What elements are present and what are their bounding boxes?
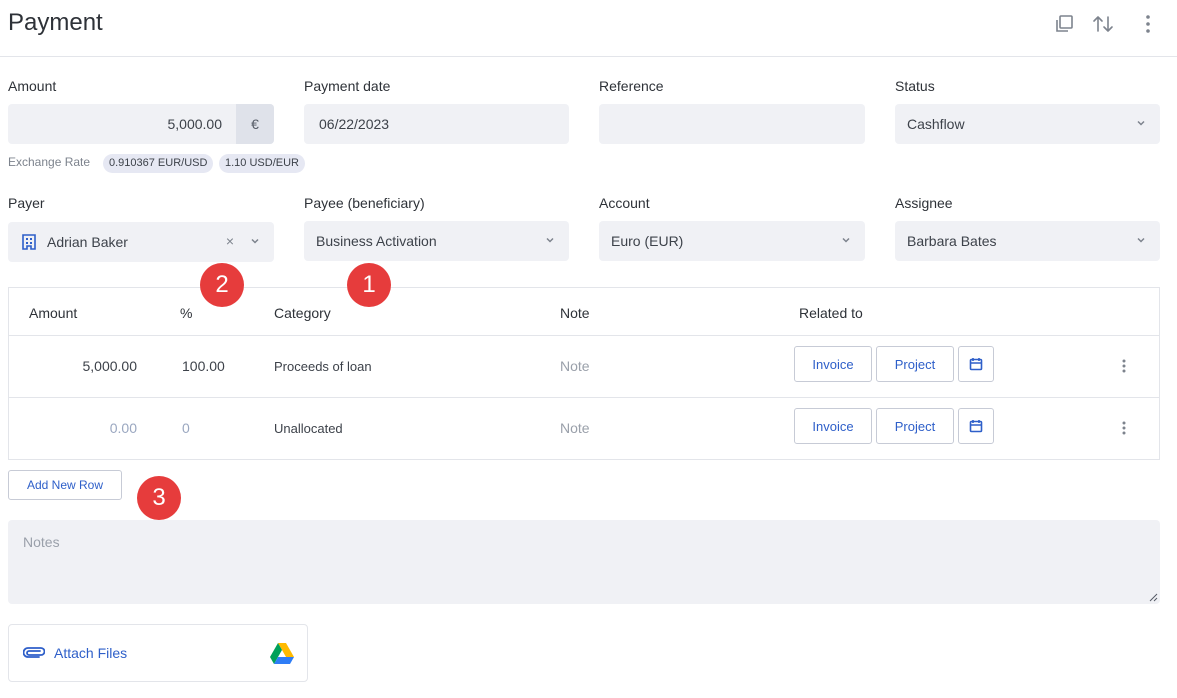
notes-placeholder: Notes [23,534,60,550]
chevron-down-icon [1137,120,1145,126]
payment-date-input[interactable]: 06/22/2023 [304,104,569,144]
assignee-value: Barbara Bates [907,233,997,249]
payment-date-label: Payment date [304,78,391,94]
attach-files-label: Attach Files [54,645,128,661]
sort-arrows-icon[interactable] [1091,12,1115,36]
row-menu-icon[interactable] [1117,356,1131,376]
calendar-icon [969,358,983,371]
calendar-button[interactable] [958,408,994,444]
reference-label: Reference [599,78,664,94]
notes-textarea[interactable]: Notes [8,520,1160,604]
table-row: 0.00 0 Unallocated Note Invoice Project [9,397,1159,459]
row-category[interactable]: Proceeds of loan [274,359,372,374]
row-amount[interactable]: 0.00 [110,420,137,436]
reference-input[interactable] [599,104,865,144]
row-category[interactable]: Unallocated [274,421,343,436]
copy-icon[interactable] [1052,12,1076,36]
annotation-badge-2: 2 [200,263,244,307]
building-icon [22,234,36,250]
payee-label: Payee (beneficiary) [304,195,425,211]
payee-select[interactable]: Business Activation [304,221,569,261]
chevron-down-icon [251,238,259,244]
allocation-table: Amount % Category Note Related to 5,000.… [8,287,1160,460]
calendar-icon [969,420,983,433]
payment-date-value: 06/22/2023 [319,116,390,132]
row-note[interactable]: Note [560,420,590,436]
amount-input[interactable]: 5,000.00 € [8,104,274,144]
amount-value: 5,000.00 [167,116,223,132]
add-new-row-button[interactable]: Add New Row [8,470,122,500]
paperclip-icon [23,647,45,658]
annotation-badge-1: 1 [347,263,391,307]
invoice-button[interactable]: Invoice [794,346,872,382]
resize-handle-icon[interactable] [1148,592,1158,602]
project-button[interactable]: Project [876,408,954,444]
status-select[interactable]: Cashflow [895,104,1160,144]
table-row: 5,000.00 100.00 Proceeds of loan Note In… [9,335,1159,397]
assignee-label: Assignee [895,195,953,211]
account-value: Euro (EUR) [611,233,684,249]
attach-files-button[interactable]: Attach Files [8,624,308,682]
exchange-rate-label: Exchange Rate [8,155,91,169]
row-menu-icon[interactable] [1117,418,1131,438]
annotation-badge-3: 3 [137,476,181,520]
row-amount[interactable]: 5,000.00 [83,358,138,374]
status-label: Status [895,78,935,94]
page-header: Payment [0,0,1177,57]
payer-select[interactable]: Adrian Baker × [8,222,274,262]
clear-payer-icon[interactable]: × [226,233,234,249]
payee-value: Business Activation [316,233,437,249]
row-percent[interactable]: 100.00 [182,358,225,374]
column-header-note: Note [560,305,590,321]
column-header-percent: % [180,305,193,321]
row-percent[interactable]: 0 [182,420,190,436]
more-vertical-icon[interactable] [1136,12,1160,36]
status-value: Cashflow [907,116,965,132]
exchange-rate-eur-usd: 0.910367 EUR/USD [103,154,214,173]
chevron-down-icon [842,237,850,243]
account-label: Account [599,195,650,211]
assignee-select[interactable]: Barbara Bates [895,221,1160,261]
calendar-button[interactable] [958,346,994,382]
invoice-button[interactable]: Invoice [794,408,872,444]
amount-label: Amount [8,78,57,94]
column-header-category: Category [274,305,331,321]
project-button[interactable]: Project [876,346,954,382]
column-header-amount: Amount [29,305,78,321]
page-title: Payment [8,9,103,36]
row-note[interactable]: Note [560,358,590,374]
exchange-rate-usd-eur: 1.10 USD/EUR [219,154,305,173]
currency-button[interactable]: € [236,104,274,144]
chevron-down-icon [1137,237,1145,243]
google-drive-icon[interactable] [270,643,294,664]
payer-label: Payer [8,195,45,211]
column-header-related-to: Related to [799,305,863,321]
chevron-down-icon [546,237,554,243]
account-select[interactable]: Euro (EUR) [599,221,865,261]
